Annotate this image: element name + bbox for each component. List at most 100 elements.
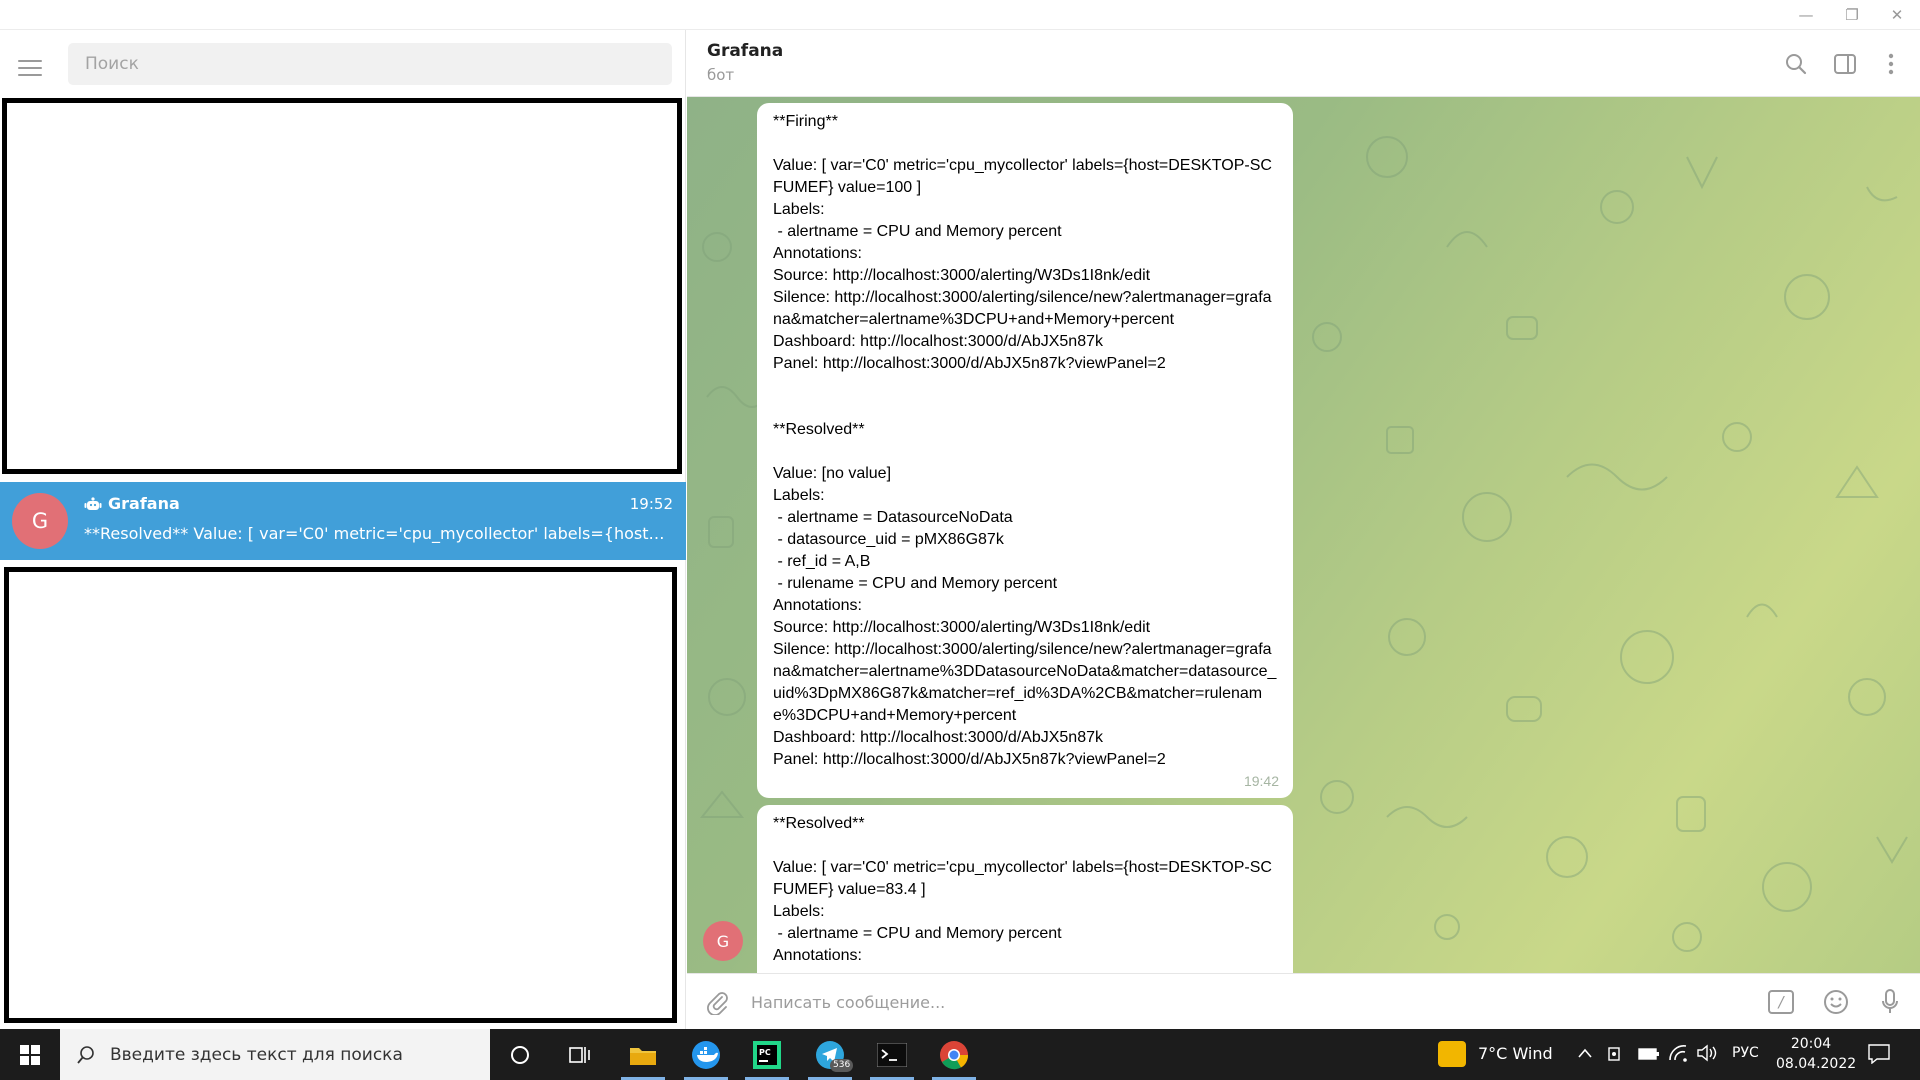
message-line: Annotations: [773, 947, 862, 964]
message-line: **Resolved** [773, 421, 865, 438]
folder-icon [630, 1047, 656, 1065]
restore-icon: ❐ [1845, 6, 1859, 24]
message-line [773, 375, 1279, 397]
cortana-button[interactable] [490, 1029, 550, 1080]
message-bubble[interactable]: **Resolved** Value: [ var='C0' metric='cp… [757, 805, 1293, 973]
taskbar: Введите здесь текст для поиска PC 536 7°… [0, 1029, 1920, 1080]
message-text: **Firing** Value: [ var='C0' metric='cpu_… [773, 111, 1279, 771]
message-line: Labels: [773, 487, 825, 504]
search-icon [77, 1045, 94, 1064]
svg-text:PC: PC [759, 1048, 771, 1057]
message-line: **Firing** [773, 113, 838, 130]
weather-icon[interactable] [1438, 1041, 1466, 1067]
message-line [773, 441, 1279, 463]
taskbar-pycharm[interactable]: PC [737, 1029, 797, 1080]
meet-now-icon[interactable] [1606, 1044, 1624, 1064]
message-line: - rulename = CPU and Memory percent [773, 575, 1058, 592]
message-line: Source: http://localhost:3000/alerting/W… [773, 267, 1151, 284]
taskbar-terminal[interactable] [862, 1029, 922, 1080]
close-icon: ✕ [1890, 6, 1904, 24]
message-line: Source: http://localhost:3000/alerting/W… [773, 619, 1151, 636]
windows-logo-icon [20, 1044, 40, 1065]
bot-icon [84, 496, 102, 510]
chevron-up-icon[interactable] [1578, 1047, 1592, 1059]
message-line: - alertname = DatasourceNoData [773, 509, 1013, 526]
message-avatar[interactable]: G [703, 921, 743, 961]
bot-commands-button[interactable]: / [1765, 986, 1797, 1018]
search-input[interactable] [68, 43, 672, 85]
sidebar-toggle-icon[interactable] [1828, 47, 1862, 81]
message-line [773, 835, 1279, 857]
volume-icon[interactable] [1696, 1044, 1718, 1062]
message-line: - alertname = CPU and Memory percent [773, 925, 1062, 942]
minimize-button[interactable]: — [1783, 0, 1829, 30]
message-line: Silence: http://localhost:3000/alerting/… [773, 641, 1277, 724]
docker-icon [692, 1040, 720, 1069]
message-line: Annotations: [773, 597, 862, 614]
taskbar-chrome[interactable] [924, 1029, 984, 1080]
more-options-icon[interactable] [1874, 47, 1908, 81]
taskbar-telegram[interactable]: 536 [800, 1029, 860, 1080]
attach-icon[interactable] [701, 986, 733, 1018]
task-view-icon [569, 1046, 590, 1063]
search-icon[interactable] [1779, 47, 1813, 81]
taskbar-file-explorer[interactable] [613, 1029, 673, 1080]
microphone-icon[interactable] [1874, 986, 1906, 1018]
message-bubble[interactable]: **Firing** Value: [ var='C0' metric='cpu_… [757, 103, 1293, 798]
chrome-icon [940, 1040, 969, 1069]
message-line: Dashboard: http://localhost:3000/d/AbJX5… [773, 729, 1103, 746]
close-button[interactable]: ✕ [1874, 0, 1920, 30]
wifi-icon[interactable] [1668, 1044, 1688, 1062]
taskbar-clock[interactable]: 20:04 08.04.2022 [1776, 1034, 1857, 1074]
taskbar-docker[interactable] [676, 1029, 736, 1080]
message-line: Panel: http://localhost:3000/d/AbJX5n87k… [773, 355, 1166, 372]
message-input[interactable] [751, 986, 1711, 1018]
chat-name: Grafana [84, 494, 180, 513]
message-line: Dashboard: http://localhost:3000/d/AbJX5… [773, 333, 1103, 350]
commands-icon: / [1768, 990, 1794, 1014]
terminal-icon [877, 1042, 907, 1067]
emoji-icon[interactable] [1820, 986, 1852, 1018]
message-line [773, 133, 1279, 155]
message-line: **Resolved** [773, 815, 865, 832]
compose-bar: / [687, 973, 1920, 1029]
chat-time: 19:52 [629, 495, 673, 513]
restore-button[interactable]: ❐ [1829, 0, 1875, 30]
battery-icon[interactable] [1638, 1047, 1660, 1061]
message-line: Silence: http://localhost:3000/alerting/… [773, 289, 1272, 328]
message-line: Labels: [773, 201, 825, 218]
cortana-icon [511, 1045, 529, 1064]
message-line: - ref_id = A,B [773, 553, 871, 570]
avatar: G [12, 493, 68, 549]
chat-item-grafana[interactable]: G Grafana 19:52 **Resolved** Value: [ va… [0, 482, 686, 560]
chat-title[interactable]: Grafana [707, 41, 783, 61]
pycharm-icon: PC [753, 1040, 781, 1069]
message-line: - datasource_uid = pMX86G87k [773, 531, 1004, 548]
redacted-chat-area-bottom [4, 567, 677, 1023]
message-line: Annotations: [773, 245, 862, 262]
message-line: Labels: [773, 903, 825, 920]
message-line: Value: [ var='C0' metric='cpu_mycollecto… [773, 157, 1272, 196]
clock-time: 20:04 [1790, 1036, 1832, 1052]
message-line: Panel: http://localhost:3000/d/AbJX5n87k… [773, 751, 1166, 768]
language-indicator[interactable]: РУС [1732, 1045, 1759, 1061]
message-time: 19:42 [1243, 773, 1279, 789]
notifications-icon[interactable] [1868, 1044, 1890, 1064]
taskbar-search-text: Введите здесь текст для поиска [110, 1044, 403, 1065]
message-line: Value: [no value] [773, 465, 892, 482]
message-text: **Resolved** Value: [ var='C0' metric='cp… [773, 813, 1279, 967]
task-view-button[interactable] [550, 1029, 610, 1080]
weather-text[interactable]: 7°C Wind [1478, 1044, 1553, 1063]
chat-messages-area[interactable]: **Firing** Value: [ var='C0' metric='cpu_… [687, 97, 1920, 973]
chat-subtitle: бот [707, 66, 735, 84]
chat-header: Grafana бот [687, 30, 1920, 97]
chat-name-label: Grafana [108, 494, 180, 513]
chat-list-panel: G Grafana 19:52 **Resolved** Value: [ va… [0, 30, 686, 1029]
telegram-unread-badge: 536 [830, 1059, 854, 1072]
clock-date: 08.04.2022 [1776, 1056, 1857, 1072]
hamburger-menu-icon[interactable] [18, 52, 50, 84]
taskbar-search-box[interactable]: Введите здесь текст для поиска [60, 1029, 490, 1080]
start-button[interactable] [0, 1029, 60, 1080]
minimize-icon: — [1798, 6, 1814, 24]
message-line [773, 397, 1279, 419]
